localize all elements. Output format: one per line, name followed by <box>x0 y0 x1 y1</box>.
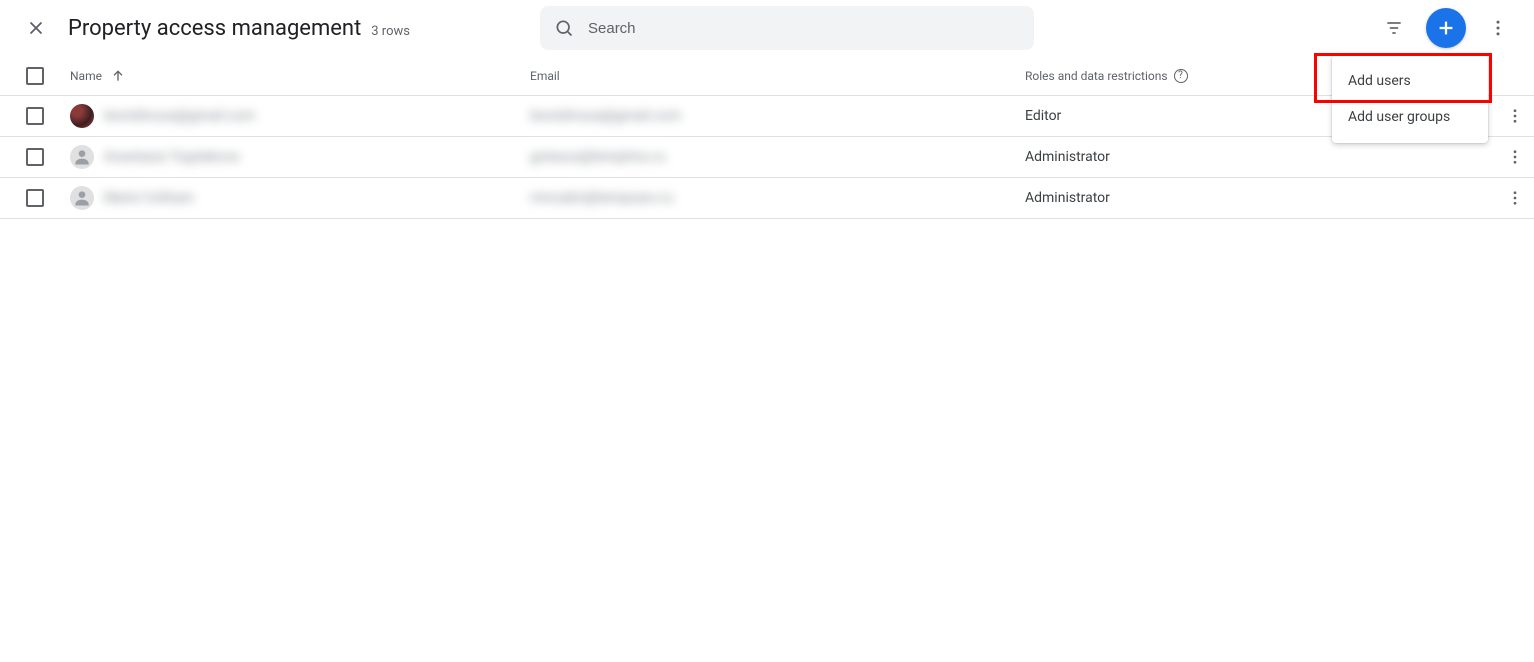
filter-button[interactable] <box>1374 8 1414 48</box>
row-more-button[interactable] <box>1495 107 1534 125</box>
table-row[interactable]: Marie Colitsen mmzabri@tempsaru.ru Admin… <box>0 178 1534 219</box>
row-checkbox[interactable] <box>26 189 44 207</box>
more-vertical-icon <box>1506 189 1524 207</box>
column-name-label: Name <box>70 69 102 83</box>
more-menu-button[interactable] <box>1478 8 1518 48</box>
table-row[interactable]: Anastasia Tsyplakova gotasus@temptmu.ru … <box>0 137 1534 178</box>
more-vertical-icon <box>1506 107 1524 125</box>
user-email: leonidmusa@gmail.com <box>530 108 681 124</box>
avatar <box>70 145 94 169</box>
avatar <box>70 186 94 210</box>
add-dropdown-menu: Add users Add user groups <box>1332 55 1488 143</box>
user-role: Administrator <box>1025 149 1495 165</box>
row-count: 3 rows <box>371 24 410 39</box>
add-users-menu-item[interactable]: Add users <box>1332 63 1488 99</box>
search-icon <box>554 18 574 38</box>
user-name: Marie Colitsen <box>104 190 194 206</box>
table-row[interactable]: leonidmusa@gmail.com leonidmusa@gmail.co… <box>0 96 1534 137</box>
close-icon <box>25 17 47 39</box>
page-title: Property access management <box>68 16 361 41</box>
table-header-row: Name Email Roles and data restrictions ? <box>0 56 1534 96</box>
row-more-button[interactable] <box>1495 148 1534 166</box>
search-box[interactable] <box>540 6 1034 50</box>
sort-ascending-icon <box>110 68 126 84</box>
user-table: Name Email Roles and data restrictions ?… <box>0 56 1534 219</box>
avatar <box>70 104 94 128</box>
close-button[interactable] <box>16 8 56 48</box>
plus-icon <box>1435 17 1457 39</box>
user-role: Administrator <box>1025 190 1495 206</box>
page-header: Property access management 3 rows <box>0 0 1534 56</box>
row-more-button[interactable] <box>1495 189 1534 207</box>
help-icon[interactable]: ? <box>1174 69 1188 83</box>
more-vertical-icon <box>1488 18 1508 38</box>
search-input[interactable] <box>588 20 1020 37</box>
add-button[interactable] <box>1426 8 1466 48</box>
select-all-checkbox[interactable] <box>26 67 44 85</box>
user-email: mmzabri@tempsaru.ru <box>530 190 673 206</box>
filter-icon <box>1384 18 1404 38</box>
user-name: Anastasia Tsyplakova <box>104 149 239 165</box>
more-vertical-icon <box>1506 148 1524 166</box>
user-email: gotasus@temptmu.ru <box>530 149 666 165</box>
add-user-groups-menu-item[interactable]: Add user groups <box>1332 99 1488 135</box>
user-name: leonidmusa@gmail.com <box>104 108 255 124</box>
column-header-email[interactable]: Email <box>530 69 1025 83</box>
column-header-name[interactable]: Name <box>70 68 530 84</box>
row-checkbox[interactable] <box>26 107 44 125</box>
row-checkbox[interactable] <box>26 148 44 166</box>
